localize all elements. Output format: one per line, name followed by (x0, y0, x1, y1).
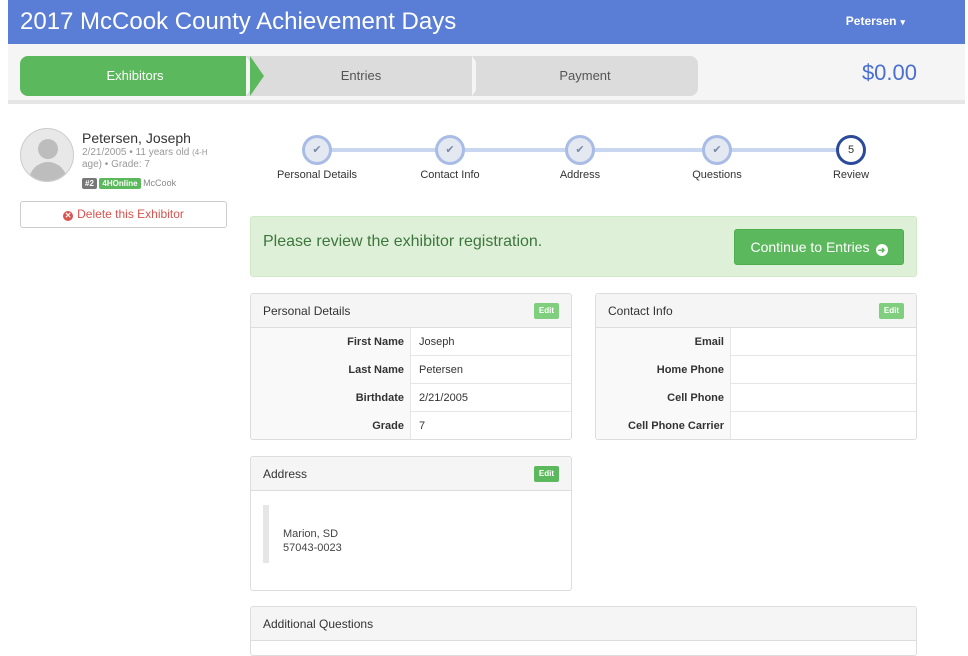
field-label: Home Phone (596, 356, 731, 384)
avatar-body-shape (29, 162, 67, 181)
delete-exhibitor-button[interactable]: ✕ Delete this Exhibitor (20, 201, 227, 228)
exhibitor-meta: 2/21/2005 • 11 years old (4-H age) • Gra… (82, 147, 230, 171)
delete-exhibitor-label: Delete this Exhibitor (77, 207, 184, 221)
table-row: Last Name Petersen (251, 356, 571, 384)
user-name: Petersen (845, 14, 897, 28)
source-badge: 4HOnline (99, 178, 141, 189)
exhibitor-tags: #2 4HOnline McCook (82, 178, 176, 189)
app-title[interactable]: 2017 McCook County Achievement Days (20, 8, 456, 36)
field-value: 2/21/2005 (419, 392, 468, 404)
progress-label-questions: Questions (692, 169, 742, 181)
field-label: Cell Phone Carrier (596, 412, 731, 439)
progress-step-personal-details[interactable]: ✔ (302, 135, 332, 165)
exhibitor-birth-age: 2/21/2005 • 11 years old (82, 147, 190, 158)
exhibitor-age-note: (4-H (192, 148, 208, 157)
field-label: Birthdate (251, 384, 411, 412)
checkout-wizard: Exhibitors Entries Payment $0.00 (8, 44, 965, 104)
progress-label-address: Address (559, 169, 601, 181)
field-value: Joseph (419, 336, 455, 348)
wizard-step-entries[interactable]: Entries (246, 56, 490, 96)
exhibitor-grade: age) • Grade: 7 (82, 159, 150, 170)
review-alert: Please review the exhibitor registration… (250, 216, 917, 277)
continue-to-entries-button[interactable]: Continue to Entries ➜ (734, 229, 904, 265)
contact-info-title: Contact Info (608, 304, 673, 318)
field-label: Cell Phone (596, 384, 731, 412)
table-row: Grade 7 (251, 412, 571, 439)
address-blockquote-bar (263, 505, 269, 563)
field-label: Email (596, 328, 731, 356)
additional-questions-panel: Additional Questions (250, 606, 917, 656)
address-zip: 57043-0023 (283, 542, 342, 554)
progress-step-contact-info[interactable]: ✔ (435, 135, 465, 165)
table-row: First Name Joseph (251, 328, 571, 356)
avatar (20, 128, 74, 182)
progress-step-questions[interactable]: ✔ (702, 135, 732, 165)
exhibitor-name: Petersen, Joseph (82, 130, 191, 146)
progress-label-personal-details: Personal Details (276, 169, 358, 181)
field-value: Petersen (419, 364, 464, 376)
address-panel: Address Edit Marion, SD 57043-0023 (250, 456, 572, 591)
field-label: Last Name (251, 356, 411, 384)
exhibitor-number-badge: #2 (82, 178, 97, 189)
additional-questions-title: Additional Questions (263, 617, 374, 631)
personal-details-title: Personal Details (263, 304, 351, 318)
table-row: Email (596, 328, 916, 356)
contact-info-panel: Contact Info Edit Email Home Phone Cell … (595, 293, 917, 440)
county-label: McCook (143, 178, 177, 188)
personal-details-header: Personal Details Edit (251, 294, 571, 328)
avatar-head-shape (38, 139, 58, 159)
additional-questions-header: Additional Questions (251, 607, 916, 641)
wizard-step-exhibitors[interactable]: Exhibitors (20, 56, 264, 96)
remove-circle-icon: ✕ (63, 211, 74, 221)
review-message: Please review the exhibitor registration… (263, 233, 543, 250)
table-row: Cell Phone (596, 384, 916, 412)
progress-label-contact-info: Contact Info (420, 169, 480, 181)
continue-button-label: Continue to Entries (750, 239, 870, 255)
edit-contact-info-button[interactable]: Edit (878, 303, 904, 319)
wizard-step-payment[interactable]: Payment (472, 56, 698, 96)
table-row: Birthdate 2/21/2005 (251, 384, 571, 412)
address-title: Address (263, 467, 308, 481)
user-menu[interactable]: Petersen ▾ (846, 14, 905, 28)
arrow-right-circle-icon: ➜ (875, 244, 888, 256)
field-value: 7 (419, 420, 426, 432)
caret-down-icon: ▾ (900, 17, 905, 27)
contact-info-header: Contact Info Edit (596, 294, 916, 328)
top-navbar: 2017 McCook County Achievement Days Pete… (8, 0, 965, 44)
address-city-state: Marion, SD (283, 528, 339, 540)
edit-address-button[interactable]: Edit (533, 466, 559, 482)
address-text: Marion, SD 57043-0023 (283, 527, 342, 555)
field-label: First Name (251, 328, 411, 356)
address-header: Address Edit (251, 457, 571, 491)
progress-step-review[interactable]: 5 (836, 135, 866, 165)
progress-label-review: Review (832, 169, 870, 181)
cart-total: $0.00 (861, 60, 917, 85)
field-label: Grade (251, 412, 411, 439)
table-row: Cell Phone Carrier (596, 412, 916, 439)
progress-step-address[interactable]: ✔ (565, 135, 595, 165)
edit-personal-details-button[interactable]: Edit (533, 303, 559, 319)
table-row: Home Phone (596, 356, 916, 384)
personal-details-panel: Personal Details Edit First Name Joseph L… (250, 293, 572, 440)
